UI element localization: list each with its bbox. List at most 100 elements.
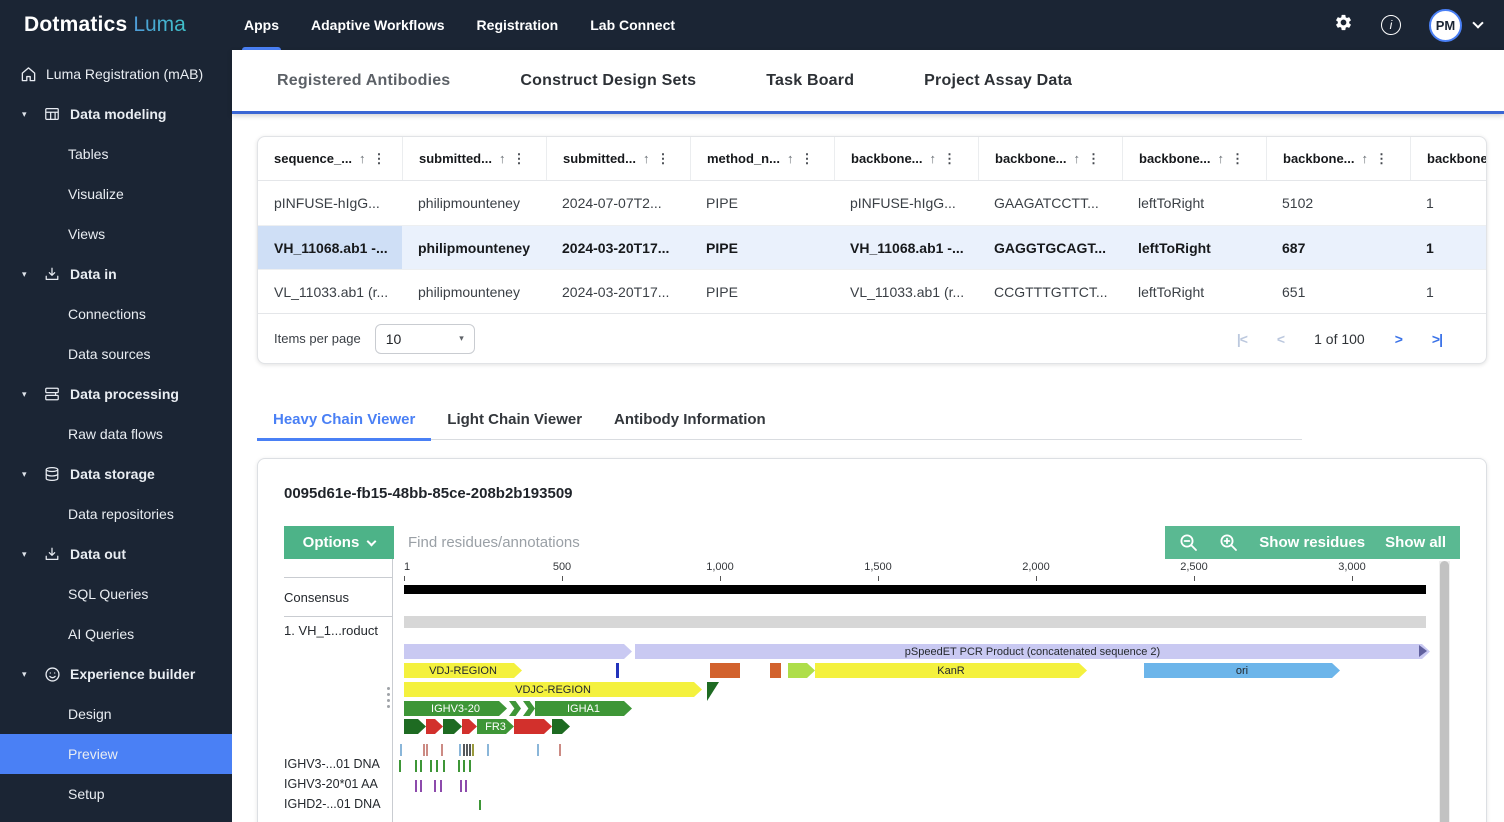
annotation-ighv3-20[interactable]: IGHV3-20 <box>404 701 507 716</box>
column-menu-icon[interactable]: ⋮ <box>512 151 525 167</box>
sidebar-item-data-modeling[interactable]: ▾Data modeling <box>0 94 232 134</box>
top-nav-registration[interactable]: Registration <box>465 0 571 50</box>
sort-arrow-icon[interactable]: ↑ <box>1074 151 1081 166</box>
column-menu-icon[interactable]: ⋮ <box>1375 151 1388 167</box>
annotation-arrow[interactable] <box>462 719 477 734</box>
tab-heavy-chain-viewer[interactable]: Heavy Chain Viewer <box>257 401 431 441</box>
annotation-pspeedet-pcr-product-concatenated-sequence-2-[interactable]: pSpeedET PCR Product (concatenated seque… <box>635 644 1430 659</box>
annotation-fr3[interactable]: FR3 <box>477 719 514 734</box>
tab-project-assay-data[interactable]: Project Assay Data <box>924 72 1072 90</box>
tab-antibody-information[interactable]: Antibody Information <box>598 401 782 441</box>
sidebar-item-tables[interactable]: Tables <box>0 134 232 174</box>
items-per-page-select[interactable]: 10 ▾ <box>375 324 475 354</box>
annotation-chev[interactable] <box>523 701 535 716</box>
top-nav-apps[interactable]: Apps <box>232 0 291 50</box>
column-menu-icon[interactable]: ⋮ <box>1231 151 1244 167</box>
column-menu-icon[interactable]: ⋮ <box>943 151 956 167</box>
viewer-scrollbar[interactable] <box>1439 561 1450 822</box>
sequence-track-area[interactable]: 15001,0001,5002,0002,5003,000pSpeedET PC… <box>394 559 1463 822</box>
sidebar-item-design[interactable]: Design <box>0 694 232 734</box>
expand-caret-icon[interactable]: ▾ <box>22 669 32 680</box>
annotation-rect[interactable] <box>710 663 740 678</box>
expand-caret-icon[interactable]: ▾ <box>22 109 32 120</box>
prev-page-button[interactable]: < <box>1277 331 1284 347</box>
annotation-ori[interactable]: ori <box>1144 663 1340 678</box>
tab-registered-antibodies[interactable]: Registered Antibodies <box>277 72 450 90</box>
annotation-arrow[interactable] <box>404 644 632 659</box>
zoom-out-icon[interactable] <box>1179 533 1199 553</box>
sidebar-item-data-sources[interactable]: Data sources <box>0 334 232 374</box>
top-nav-lab-connect[interactable]: Lab Connect <box>578 0 687 50</box>
sidebar-item-data-processing[interactable]: ▾Data processing <box>0 374 232 414</box>
sidebar-item-views[interactable]: Views <box>0 214 232 254</box>
user-menu[interactable]: PM <box>1429 9 1482 42</box>
sidebar-item-luma-registration-mab-[interactable]: Luma Registration (mAB) <box>0 54 232 94</box>
sidebar-item-data-repositories[interactable]: Data repositories <box>0 494 232 534</box>
expand-caret-icon[interactable]: ▾ <box>22 549 32 560</box>
show-residues-button[interactable]: Show residues <box>1259 534 1365 551</box>
sort-arrow-icon[interactable]: ↑ <box>787 151 794 166</box>
find-residues-input[interactable] <box>394 526 1165 559</box>
avatar[interactable]: PM <box>1429 9 1462 42</box>
settings-gear-icon[interactable] <box>1334 13 1353 37</box>
expand-caret-icon[interactable]: ▾ <box>22 389 32 400</box>
sidebar-item-connections[interactable]: Connections <box>0 294 232 334</box>
expand-caret-icon[interactable]: ▾ <box>22 269 32 280</box>
alignment-tick <box>479 800 481 810</box>
sort-arrow-icon[interactable]: ↑ <box>1218 151 1225 166</box>
ruler-tick <box>1352 576 1353 581</box>
last-page-button[interactable]: >| <box>1432 331 1442 347</box>
annotation-kanr[interactable]: KanR <box>815 663 1087 678</box>
annotation-arrow[interactable] <box>552 719 570 734</box>
annotation-tick[interactable] <box>616 663 619 678</box>
annotation-arrow[interactable] <box>426 719 443 734</box>
sidebar-item-label: Data in <box>70 266 117 282</box>
sidebar-item-setup[interactable]: Setup <box>0 774 232 814</box>
column-menu-icon[interactable]: ⋮ <box>373 151 386 167</box>
sort-arrow-icon[interactable]: ↑ <box>930 151 937 166</box>
sort-arrow-icon[interactable]: ↑ <box>1362 151 1369 166</box>
annotation-arrow[interactable] <box>443 719 462 734</box>
sort-arrow-icon[interactable]: ↑ <box>359 151 366 166</box>
annotation-vdj-region[interactable]: VDJ-REGION <box>404 663 522 678</box>
top-nav-adaptive-workflows[interactable]: Adaptive Workflows <box>299 0 457 50</box>
tab-light-chain-viewer[interactable]: Light Chain Viewer <box>431 401 598 441</box>
sidebar-item-visualize[interactable]: Visualize <box>0 174 232 214</box>
sort-arrow-icon[interactable]: ↑ <box>499 151 506 166</box>
table-row[interactable]: pINFUSE-hIgG...philipmounteney2024-07-07… <box>258 181 1486 225</box>
show-all-button[interactable]: Show all <box>1385 534 1446 551</box>
annotation-flag[interactable] <box>707 682 719 701</box>
sidebar-item-data-out[interactable]: ▾Data out <box>0 534 232 574</box>
sidebar-item-preview[interactable]: Preview <box>0 734 232 774</box>
tab-task-board[interactable]: Task Board <box>766 72 854 90</box>
sidebar-item-sql-queries[interactable]: SQL Queries <box>0 574 232 614</box>
annotation-arrow[interactable] <box>514 719 552 734</box>
zoom-in-icon[interactable] <box>1219 533 1239 553</box>
panel-drag-handle[interactable] <box>387 687 390 708</box>
annotation-arrow[interactable] <box>788 663 815 678</box>
sidebar-item-experience-builder[interactable]: ▾Experience builder <box>0 654 232 694</box>
sidebar-item-data-storage[interactable]: ▾Data storage <box>0 454 232 494</box>
annotation-igha1[interactable]: IGHA1 <box>535 701 632 716</box>
first-page-button[interactable]: |< <box>1237 331 1247 347</box>
sidebar-item-raw-data-flows[interactable]: Raw data flows <box>0 414 232 454</box>
column-menu-icon[interactable]: ⋮ <box>656 151 669 167</box>
annotation-rect[interactable] <box>770 663 781 678</box>
annotation-chev[interactable] <box>509 701 521 716</box>
sort-arrow-icon[interactable]: ↑ <box>643 151 650 166</box>
table-cell: 2024-03-20T17... <box>546 226 690 269</box>
sidebar-item-ai-queries[interactable]: AI Queries <box>0 614 232 654</box>
viewer-scrollbar-thumb[interactable] <box>1440 561 1449 822</box>
column-menu-icon[interactable]: ⋮ <box>1087 151 1100 167</box>
annotation-vdjc-region[interactable]: VDJC-REGION <box>404 682 702 697</box>
next-page-button[interactable]: > <box>1395 331 1402 347</box>
tab-construct-design-sets[interactable]: Construct Design Sets <box>520 72 696 90</box>
annotation-arrow[interactable] <box>404 719 426 734</box>
info-icon[interactable]: i <box>1381 15 1401 35</box>
expand-caret-icon[interactable]: ▾ <box>22 469 32 480</box>
table-row[interactable]: VL_11033.ab1 (r...philipmounteney2024-03… <box>258 269 1486 313</box>
column-menu-icon[interactable]: ⋮ <box>800 151 813 167</box>
table-row[interactable]: VH_11068.ab1 -...philipmounteney2024-03-… <box>258 225 1486 269</box>
sidebar-item-data-in[interactable]: ▾ Data in <box>0 254 232 294</box>
options-button[interactable]: Options <box>284 526 394 559</box>
